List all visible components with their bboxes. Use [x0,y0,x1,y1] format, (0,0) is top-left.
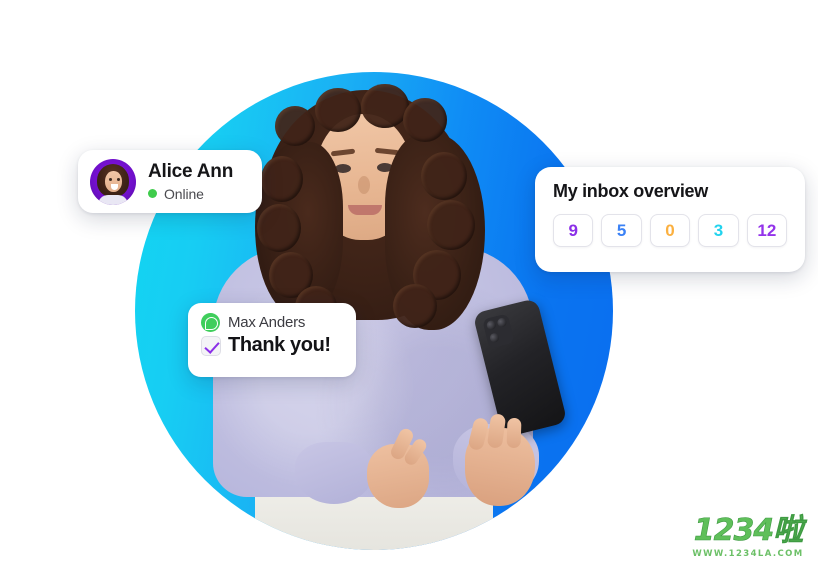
avatar [90,158,136,205]
subject-hand-left [367,426,429,508]
avatar-mouth [111,183,118,190]
hair-curl [427,200,475,250]
finger [506,417,522,449]
inbox-badge[interactable]: 5 [601,214,642,247]
avatar-shoulders [98,194,128,205]
avatar-eye-right [117,177,120,181]
inbox-badge-list: 9 5 0 3 12 [553,214,788,247]
online-status-dot-icon [148,189,157,199]
hair-curl [257,204,301,252]
camera-lens [496,317,508,328]
inbox-overview-card[interactable]: My inbox overview 9 5 0 3 12 [535,167,805,272]
inbox-overview-title: My inbox overview [553,181,708,201]
message-sender-name: Max Anders [228,314,306,331]
subject-mouth [348,205,382,215]
message-body-row: Thank you! [201,334,342,357]
inbox-badge[interactable]: 0 [649,214,691,247]
checkbox-checked-icon[interactable] [201,335,221,356]
contact-details: Alice Ann Online [148,161,233,202]
message-sender-row: Max Anders [201,313,342,332]
whatsapp-icon [201,313,220,332]
contact-name: Alice Ann [148,161,234,183]
contact-card[interactable]: Alice Ann Online [78,150,262,213]
message-text: Thank you! [228,334,331,356]
hair-curl [275,106,315,146]
camera-lens [485,319,497,331]
avatar-eye-left [109,177,112,181]
screenshot-canvas: Alice Ann Online My inbox overview 9 5 0… [0,0,818,566]
watermark-url: WWW.1234LA.COM [692,549,804,559]
subject-hand-right [465,413,535,506]
hair-curl [261,156,303,202]
contact-status-label: Online [164,185,204,202]
hair-curl [361,84,409,128]
hair-curl [393,284,437,328]
subject-cuff-left [295,442,373,504]
contact-status-row: Online [148,186,233,202]
camera-lens [488,332,500,344]
watermark: 1234啦 WWW.1234LA.COM [686,513,810,559]
hair-curl [403,98,447,142]
hair-curl [315,88,361,132]
inbox-badge[interactable]: 3 [698,214,739,247]
finger [486,413,507,449]
watermark-logo-text: 1234啦 [693,513,803,548]
phone-camera-module [482,313,515,349]
inbox-badge[interactable]: 12 [746,214,788,247]
subject-nose [358,176,370,194]
message-notification-card[interactable]: Max Anders Thank you! [188,303,356,377]
inbox-badge[interactable]: 9 [553,214,594,247]
hair-curl [421,152,467,200]
